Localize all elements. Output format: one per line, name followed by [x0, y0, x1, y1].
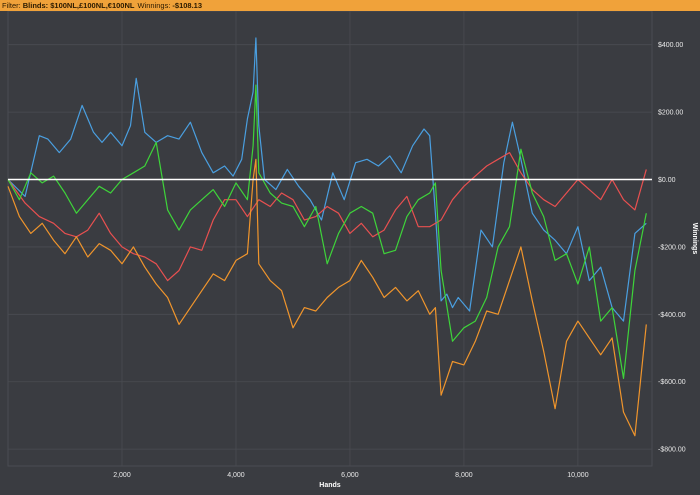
x-tick-label: 10,000: [567, 472, 589, 479]
y-tick-label: -$800.00: [658, 447, 686, 454]
chart-grid: [7, 11, 653, 467]
filter-label: Filter:: [2, 1, 21, 10]
x-tick-label: 6,000: [341, 472, 359, 479]
plot-area-border: [7, 11, 653, 467]
chart-tick-labels: $400.00 $200.00 $0.00 -$200.00 -$400.00 -$600…: [113, 42, 686, 479]
x-tick-label: 4,000: [227, 472, 245, 479]
y-tick-label: -$200.00: [658, 244, 686, 251]
series-line: [7, 158, 647, 437]
filter-value: Blinds: $100NL,£100NL,€100NL: [22, 1, 135, 10]
x-tick-label: 8,000: [455, 472, 473, 479]
filter-bar: Filter: Blinds: $100NL,£100NL,€100NL Winni…: [0, 0, 700, 11]
winnings-total: -$108.13: [172, 1, 203, 10]
y-tick-label: $200.00: [658, 110, 683, 117]
chart-series: [7, 37, 652, 437]
winnings-chart: $400.00 $200.00 $0.00 -$200.00 -$400.00 -$600…: [7, 11, 698, 489]
y-axis-title: Winnings: [691, 223, 698, 255]
winnings-label: Winnings:: [137, 1, 171, 10]
y-tick-label: -$400.00: [658, 312, 686, 319]
y-tick-label: $0.00: [658, 177, 676, 184]
x-tick-label: 2,000: [113, 472, 131, 479]
series-line: [7, 84, 647, 379]
x-axis-title: Hands: [319, 482, 341, 489]
y-tick-label: -$600.00: [658, 379, 686, 386]
y-tick-label: $400.00: [658, 42, 683, 49]
